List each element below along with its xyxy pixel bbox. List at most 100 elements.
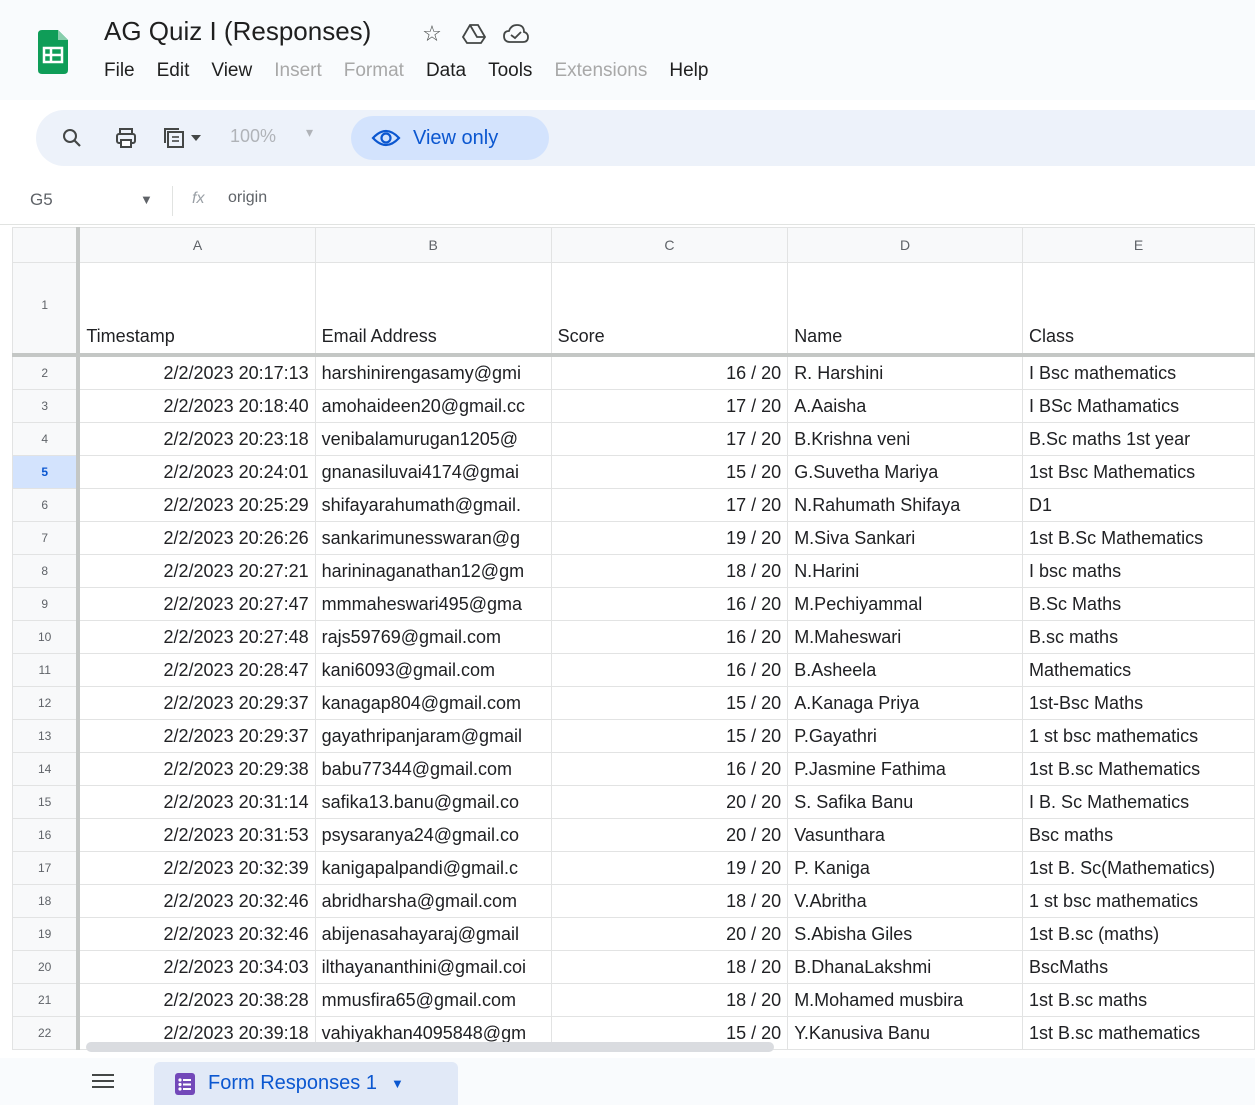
tab-chevron-down-icon[interactable]: ▼ <box>391 1076 404 1091</box>
row-header[interactable]: 19 <box>12 917 81 951</box>
cell-timestamp[interactable]: 2/2/2023 20:17:13 <box>77 354 316 390</box>
cell-name[interactable]: S.Abisha Giles <box>787 917 1024 951</box>
cell-score[interactable]: 15 / 20 <box>550 455 789 489</box>
cell-timestamp[interactable]: 2/2/2023 20:26:26 <box>77 521 316 555</box>
cell-name[interactable]: S. Safika Banu <box>787 785 1024 819</box>
select-all-corner[interactable] <box>12 227 81 263</box>
cell-score[interactable]: 18 / 20 <box>550 554 789 588</box>
cell-timestamp[interactable]: 2/2/2023 20:34:03 <box>77 950 316 984</box>
horizontal-scrollbar[interactable] <box>86 1042 774 1052</box>
cell-class[interactable]: 1st B.sc (maths) <box>1022 917 1255 951</box>
name-box[interactable]: G5 <box>30 190 53 210</box>
cell-name[interactable]: R. Harshini <box>787 354 1024 390</box>
move-to-drive-icon[interactable] <box>460 20 488 48</box>
cell-class[interactable]: I B. Sc Mathematics <box>1022 785 1255 819</box>
row-header[interactable]: 1 <box>12 262 81 357</box>
cell-score[interactable]: 16 / 20 <box>550 354 789 390</box>
row-header[interactable]: 6 <box>12 488 81 522</box>
search-menus-icon[interactable] <box>56 122 88 154</box>
header-cell-class[interactable]: Class <box>1022 262 1255 357</box>
cell-score[interactable]: 19 / 20 <box>550 521 789 555</box>
cell-timestamp[interactable]: 2/2/2023 20:31:14 <box>77 785 316 819</box>
cell-email[interactable]: kani6093@gmail.com <box>314 653 552 687</box>
row-header[interactable]: 15 <box>12 785 81 819</box>
cell-score[interactable]: 18 / 20 <box>550 884 789 918</box>
cell-timestamp[interactable]: 2/2/2023 20:27:48 <box>77 620 316 654</box>
cell-email[interactable]: babu77344@gmail.com <box>314 752 552 786</box>
cell-name[interactable]: V.Abritha <box>787 884 1024 918</box>
cell-email[interactable]: harshinirengasamy@gmi <box>314 354 552 390</box>
row-header[interactable]: 12 <box>12 686 81 720</box>
header-cell-score[interactable]: Score <box>550 262 789 357</box>
cell-email[interactable]: abijenasahayaraj@gmail <box>314 917 552 951</box>
cell-score[interactable]: 18 / 20 <box>550 950 789 984</box>
cell-email[interactable]: harininaganathan12@gm <box>314 554 552 588</box>
cell-timestamp[interactable]: 2/2/2023 20:25:29 <box>77 488 316 522</box>
cell-score[interactable]: 15 / 20 <box>550 719 789 753</box>
cell-timestamp[interactable]: 2/2/2023 20:23:18 <box>77 422 316 456</box>
cell-email[interactable]: psysaranya24@gmail.co <box>314 818 552 852</box>
cell-timestamp[interactable]: 2/2/2023 20:32:39 <box>77 851 316 885</box>
formula-input[interactable]: origin <box>228 189 267 207</box>
cell-email[interactable]: kanagap804@gmail.com <box>314 686 552 720</box>
cloud-status-icon[interactable] <box>502 20 530 48</box>
column-header-b[interactable]: B <box>314 227 552 263</box>
column-header-d[interactable]: D <box>787 227 1024 263</box>
row-header[interactable]: 18 <box>12 884 81 918</box>
column-header-a[interactable]: A <box>77 227 316 263</box>
cell-timestamp[interactable]: 2/2/2023 20:29:37 <box>77 686 316 720</box>
cell-score[interactable]: 17 / 20 <box>550 389 789 423</box>
cell-name[interactable]: P.Jasmine Fathima <box>787 752 1024 786</box>
menu-edit[interactable]: Edit <box>157 60 199 82</box>
cell-timestamp[interactable]: 2/2/2023 20:18:40 <box>77 389 316 423</box>
cell-timestamp[interactable]: 2/2/2023 20:32:46 <box>77 884 316 918</box>
cell-name[interactable]: B.Asheela <box>787 653 1024 687</box>
cell-name[interactable]: B.DhanaLakshmi <box>787 950 1024 984</box>
view-only-button[interactable]: View only <box>351 116 549 160</box>
cell-class[interactable]: 1st B.sc mathematics <box>1022 1016 1255 1050</box>
cell-email[interactable]: mmmaheswari495@gma <box>314 587 552 621</box>
all-sheets-menu-icon[interactable] <box>90 1071 116 1091</box>
cell-class[interactable]: 1st Bsc Mathematics <box>1022 455 1255 489</box>
cell-class[interactable]: 1st B.Sc Mathematics <box>1022 521 1255 555</box>
row-header[interactable]: 7 <box>12 521 81 555</box>
cell-score[interactable]: 16 / 20 <box>550 752 789 786</box>
cell-name[interactable]: P.Gayathri <box>787 719 1024 753</box>
cell-score[interactable]: 15 / 20 <box>550 686 789 720</box>
row-header[interactable]: 3 <box>12 389 81 423</box>
cell-class[interactable]: I BSc Mathamatics <box>1022 389 1255 423</box>
cell-name[interactable]: N.Harini <box>787 554 1024 588</box>
chevron-down-icon[interactable] <box>188 122 204 154</box>
cell-name[interactable]: M.Pechiyammal <box>787 587 1024 621</box>
row-header[interactable]: 20 <box>12 950 81 984</box>
cell-name[interactable]: G.Suvetha Mariya <box>787 455 1024 489</box>
row-header[interactable]: 14 <box>12 752 81 786</box>
cell-email[interactable]: amohaideen20@gmail.cc <box>314 389 552 423</box>
menu-insert[interactable]: Insert <box>274 60 331 82</box>
cell-email[interactable]: mmusfira65@gmail.com <box>314 983 552 1017</box>
cell-name[interactable]: P. Kaniga <box>787 851 1024 885</box>
cell-class[interactable]: B.Sc Maths <box>1022 587 1255 621</box>
cell-email[interactable]: venibalamurugan1205@ <box>314 422 552 456</box>
cell-email[interactable]: safika13.banu@gmail.co <box>314 785 552 819</box>
row-header[interactable]: 21 <box>12 983 81 1017</box>
cell-email[interactable]: ilthayananthini@gmail.coi <box>314 950 552 984</box>
menu-tools[interactable]: Tools <box>488 60 541 82</box>
column-header-c[interactable]: C <box>550 227 789 263</box>
cell-timestamp[interactable]: 2/2/2023 20:29:37 <box>77 719 316 753</box>
cell-class[interactable]: 1st-Bsc Maths <box>1022 686 1255 720</box>
select-format-icon[interactable] <box>158 122 190 154</box>
cell-name[interactable]: N.Rahumath Shifaya <box>787 488 1024 522</box>
menu-extensions[interactable]: Extensions <box>554 60 656 82</box>
cell-class[interactable]: I bsc maths <box>1022 554 1255 588</box>
document-title[interactable]: AG Quiz I (Responses) <box>104 16 371 47</box>
menu-help[interactable]: Help <box>669 60 717 82</box>
row-header[interactable]: 22 <box>12 1016 81 1050</box>
cell-score[interactable]: 17 / 20 <box>550 422 789 456</box>
cell-email[interactable]: rajs59769@gmail.com <box>314 620 552 654</box>
cell-score[interactable]: 20 / 20 <box>550 818 789 852</box>
row-header[interactable]: 5 <box>12 455 81 489</box>
cell-name[interactable]: Vasunthara <box>787 818 1024 852</box>
tab-form-responses-1[interactable]: Form Responses 1 ▼ <box>154 1062 458 1105</box>
star-icon[interactable]: ☆ <box>418 20 446 48</box>
